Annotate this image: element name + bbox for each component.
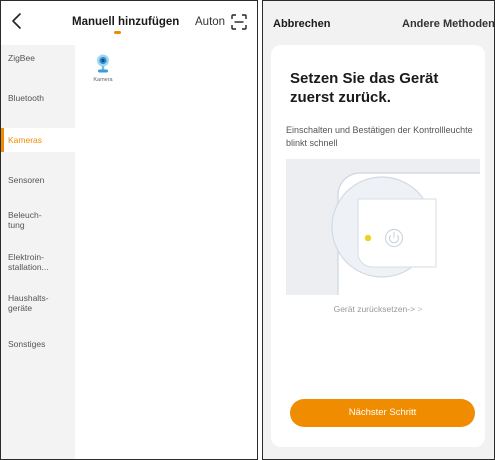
sidebar-item-label-line: Beleuch- [8,210,42,220]
device-tile-kamera[interactable]: Kamera [88,53,118,83]
chevron-right-icon: > [417,304,423,314]
tab-auto-scan[interactable]: Auton [195,16,225,28]
tab-manual-add[interactable]: Manuell hinzufügen [72,16,179,28]
sidebar-item-label-line: geräte [8,303,33,313]
sidebar-item-bluetooth[interactable]: Bluetooth [1,93,75,107]
sidebar-item-label-line: Elektroin- [8,252,44,262]
sidebar-item-sonstiges[interactable]: Sonstiges [1,339,75,353]
sidebar-item-elektroinstallation[interactable]: Elektroin- stallation... [1,252,75,274]
instruction-text: Einschalten und Bestätigen der Kontrolll… [286,125,473,148]
camera-icon [95,53,111,75]
sidebar-item-beleuchtung[interactable]: Beleuch- tung [1,210,75,232]
cancel-button[interactable]: Abbrechen [273,18,330,30]
sidebar-item-label-line: stallation... [8,262,49,272]
other-methods-button[interactable]: Andere Methoden [402,18,495,30]
sidebar-item-label: Sensoren [8,175,45,185]
scan-icon[interactable] [231,14,247,30]
sidebar-item-sensoren[interactable]: Sensoren [1,175,75,189]
sidebar-item-label-line: Haushalts- [8,293,49,303]
reset-link-text: Gerät zurücksetzen-> [333,304,416,314]
sidebar-item-label: Kameras [8,135,43,145]
page-title: Setzen Sie das Gerät zuerst zurück. [290,70,439,106]
sidebar-item-haushaltsgeraete[interactable]: Haushalts- geräte [1,293,75,315]
active-tab-indicator [114,31,121,34]
active-indicator [1,128,4,152]
chevron-left-icon[interactable] [9,11,25,31]
device-label: Kamera [93,77,113,83]
reset-device-link[interactable]: Gerät zurücksetzen-> > [271,304,485,314]
sidebar-item-label-line: tung [8,220,25,230]
sidebar-item-label: ZigBee [8,53,35,63]
instruction-card: Setzen Sie das Gerät zuerst zurück. Eins… [271,45,485,447]
sidebar-item-label: Sonstiges [8,339,46,349]
next-step-button[interactable]: Nächster Schritt [290,399,475,427]
device-reset-illustration [286,159,480,295]
add-device-screen: Manuell hinzufügen Auton ZigBee Bluetoot… [0,0,258,460]
top-bar: Manuell hinzufügen Auton [1,1,257,45]
reset-device-screen: Abbrechen Andere Methoden Setzen Sie das… [262,0,495,460]
category-sidebar: ZigBee Bluetooth Kameras Sensoren Beleuc… [1,45,75,459]
sidebar-item-zigbee[interactable]: ZigBee [1,53,75,67]
sidebar-item-label: Bluetooth [8,93,44,103]
sidebar-item-kameras[interactable]: Kameras [1,128,75,152]
